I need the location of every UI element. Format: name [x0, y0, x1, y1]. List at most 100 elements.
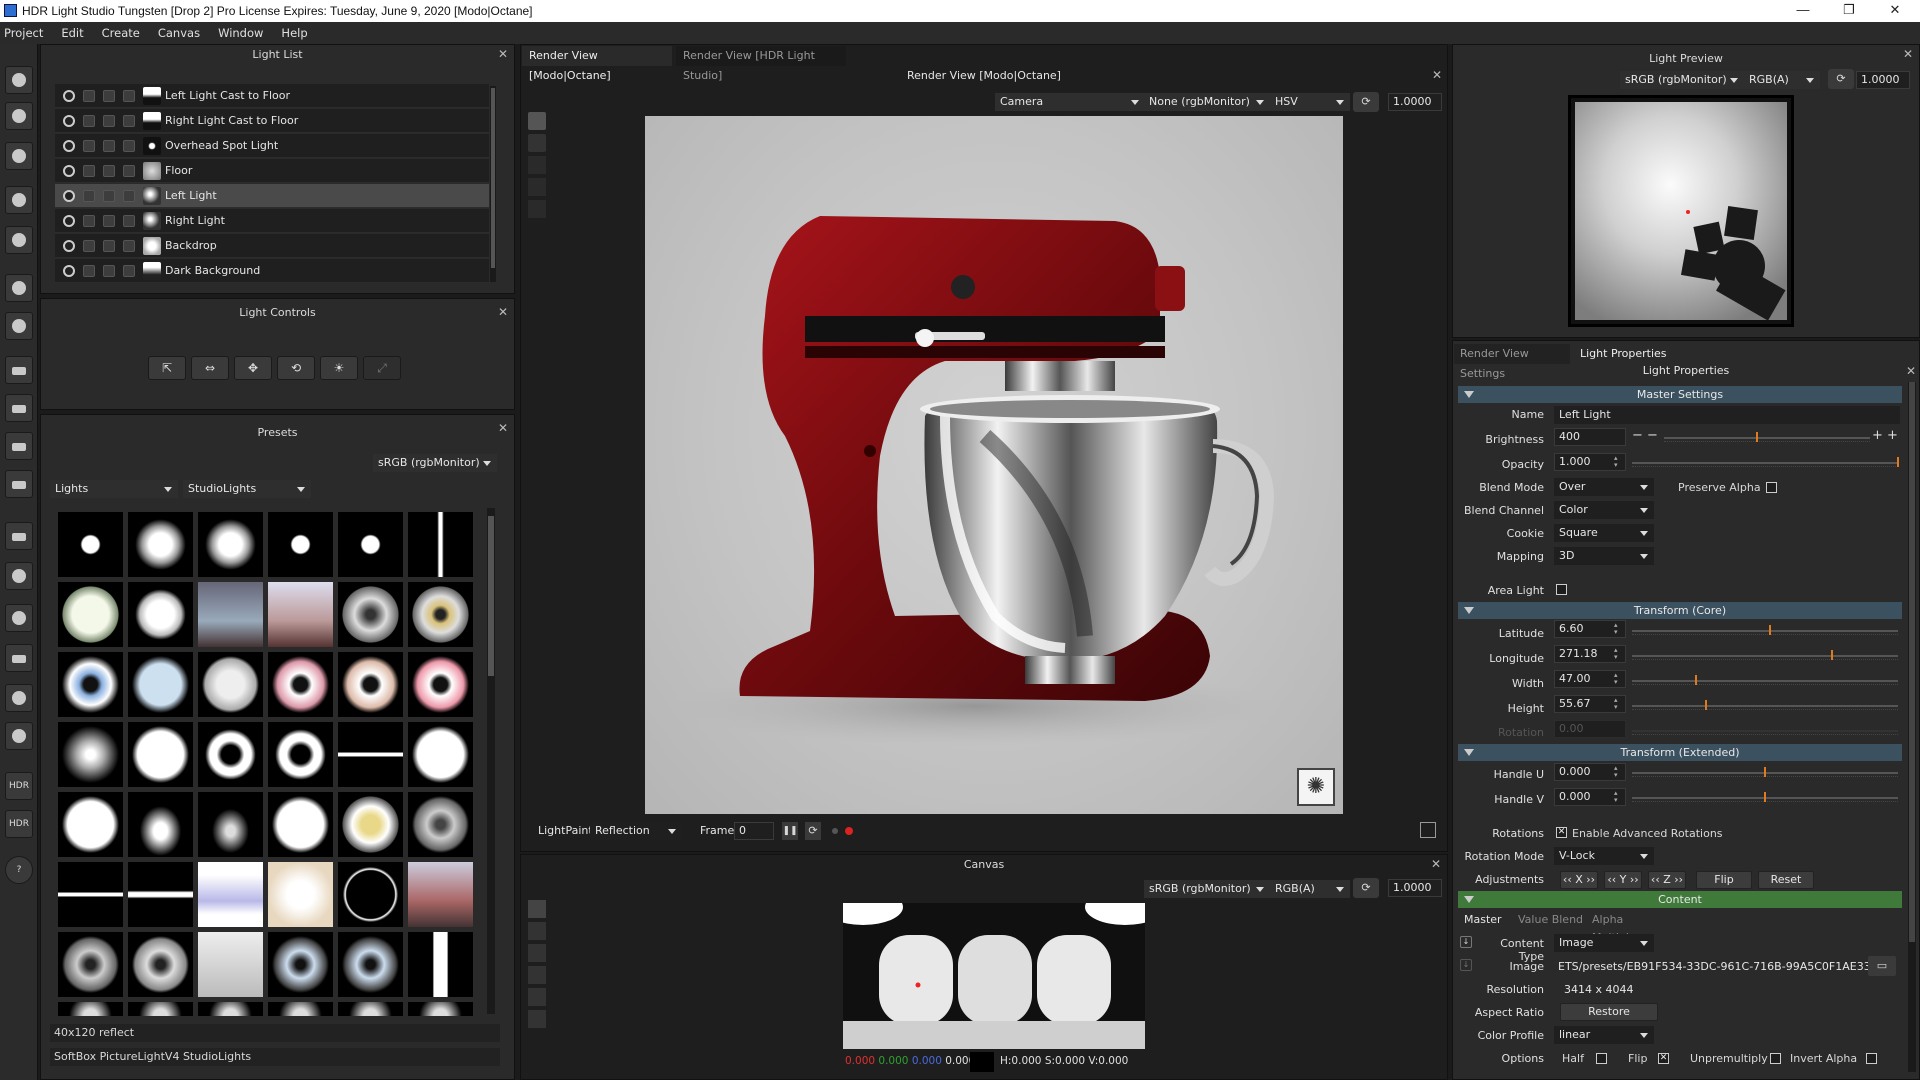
spot-light-tool-icon[interactable]	[5, 66, 33, 94]
cookie-select[interactable]: Square	[1554, 524, 1654, 542]
flat-light-icon[interactable]	[5, 470, 33, 498]
menu-help[interactable]: Help	[272, 22, 316, 44]
light-list-item[interactable]: Right Light	[55, 209, 489, 233]
visibility-icon[interactable]	[63, 90, 75, 102]
preset-thumbnail[interactable]	[58, 582, 123, 647]
lightpaint-mode-select[interactable]: Reflection	[590, 822, 682, 840]
lock-icon[interactable]	[103, 140, 115, 152]
light-list-item[interactable]: Overhead Spot Light	[55, 134, 489, 158]
handle-v-slider-handle[interactable]	[1764, 792, 1766, 802]
solo-icon[interactable]	[83, 190, 95, 202]
visibility-icon[interactable]	[63, 190, 75, 202]
hand-icon[interactable]	[528, 944, 546, 962]
light-list-item[interactable]: Floor	[55, 159, 489, 183]
select-icon[interactable]	[123, 190, 135, 202]
preset-thumbnail[interactable]	[268, 862, 333, 927]
enable-rotations-checkbox[interactable]: ✕	[1556, 827, 1567, 838]
preview-exposure-reset-icon[interactable]: ⟳	[1828, 69, 1854, 89]
preset-thumbnail[interactable]	[408, 862, 473, 927]
area-light-tool-icon[interactable]	[5, 102, 33, 130]
preset-thumbnail[interactable]	[408, 722, 473, 787]
presets-category-select[interactable]: Lights	[50, 480, 178, 498]
remove-icon[interactable]	[5, 604, 33, 632]
light-list-scrollbar[interactable]	[490, 86, 496, 282]
preset-thumbnail[interactable]	[408, 512, 473, 577]
handle-v-spinner-icon[interactable]: ▴ ▾	[1614, 790, 1620, 804]
brightness-slider-handle[interactable]	[1755, 432, 1758, 442]
canvas-hdr-map[interactable]	[843, 903, 1145, 1049]
scale-both-icon[interactable]: ✥	[234, 356, 272, 380]
canvas-exposure-reset-icon[interactable]: ⟳	[1353, 878, 1379, 898]
option-half-checkbox[interactable]	[1596, 1053, 1607, 1064]
preset-thumbnail[interactable]	[128, 722, 193, 787]
hdr-icon[interactable]: HDR	[5, 772, 33, 800]
image-light-icon[interactable]	[5, 522, 33, 550]
preset-thumbnail[interactable]	[408, 652, 473, 717]
record-dot-icon[interactable]	[845, 827, 853, 835]
preset-thumbnail[interactable]	[58, 512, 123, 577]
close-icon[interactable]: ✕	[498, 47, 508, 61]
content-type-select[interactable]: Image	[1554, 934, 1654, 952]
close-window-button[interactable]: ✕	[1872, 0, 1918, 22]
tab-alpha-multiply[interactable]: Alpha Multiply	[1586, 911, 1670, 944]
canvas-exposure-field[interactable]: 1.0000	[1388, 879, 1442, 897]
render-exposure-field[interactable]: 1.0000	[1388, 93, 1442, 111]
lock-icon[interactable]	[103, 265, 115, 277]
preset-thumbnail[interactable]	[58, 652, 123, 717]
preset-thumbnail[interactable]	[338, 722, 403, 787]
tab-value-blend[interactable]: Value Blend	[1512, 911, 1584, 929]
hdr-capture-icon[interactable]: HDR	[5, 810, 33, 838]
softbox-tool-icon[interactable]	[5, 186, 33, 214]
solo-icon[interactable]	[83, 90, 95, 102]
visibility-icon[interactable]	[63, 140, 75, 152]
tab-light-properties[interactable]: Light Properties	[1572, 344, 1668, 364]
solo-icon[interactable]	[83, 265, 95, 277]
close-icon[interactable]: ✕	[1431, 857, 1441, 871]
preset-thumbnail[interactable]	[338, 582, 403, 647]
restore-button[interactable]: Restore	[1560, 1003, 1658, 1021]
opacity-slider-handle[interactable]	[1897, 457, 1899, 467]
reset-button[interactable]: Reset	[1758, 871, 1814, 889]
light-list-item[interactable]: Backdrop	[55, 234, 489, 258]
preset-thumbnail[interactable]	[268, 582, 333, 647]
light-list-item[interactable]: Right Light Cast to Floor	[55, 109, 489, 133]
height-spinner-icon[interactable]: ▴ ▾	[1614, 697, 1620, 711]
section-transform-extended[interactable]: Transform (Extended)	[1458, 744, 1902, 761]
preset-thumbnail[interactable]	[268, 932, 333, 997]
image-path-field[interactable]: ETS/presets/EB91F534-33DC-961C-716B-99A5…	[1558, 958, 1878, 976]
preset-thumbnail[interactable]	[268, 1002, 333, 1016]
opacity-spinner-icon[interactable]: ▴ ▾	[1614, 455, 1620, 469]
gradient-light-icon[interactable]	[5, 432, 33, 460]
preset-thumbnail[interactable]	[128, 1002, 193, 1016]
tab-render-view-hdrls[interactable]: Render View [HDR Light Studio]	[676, 46, 846, 82]
light-list-item[interactable]: Left Light Cast to Floor	[55, 84, 489, 108]
presets-colorspace-select[interactable]: sRGB (rgbMonitor)	[373, 454, 497, 472]
tool-slot-icon[interactable]	[528, 200, 546, 218]
light-list-item[interactable]: Left Light	[55, 184, 489, 208]
preview-exposure-field[interactable]: 1.0000	[1856, 71, 1910, 89]
menu-window[interactable]: Window	[209, 22, 272, 44]
handle-u-spinner-icon[interactable]: ▴ ▾	[1614, 765, 1620, 779]
area-light-checkbox[interactable]	[1556, 584, 1567, 595]
height-slider-handle[interactable]	[1705, 700, 1708, 710]
close-icon[interactable]: ✕	[1906, 364, 1916, 378]
preset-thumbnail[interactable]	[338, 1002, 403, 1016]
pointer-icon[interactable]	[528, 922, 546, 940]
preset-thumbnail[interactable]	[338, 652, 403, 717]
brightness-control-icon[interactable]: ☀	[320, 356, 358, 380]
solo-icon[interactable]	[83, 140, 95, 152]
preview-colorspace-select[interactable]: sRGB (rgbMonitor)	[1620, 71, 1744, 89]
preset-thumbnail[interactable]	[58, 1002, 123, 1016]
section-content[interactable]: Content	[1458, 891, 1902, 908]
solo-icon[interactable]	[83, 240, 95, 252]
preset-thumbnail[interactable]	[128, 652, 193, 717]
brightness-field[interactable]: 400	[1554, 428, 1626, 446]
preset-thumbnail[interactable]	[198, 932, 263, 997]
strip-light-icon[interactable]	[5, 356, 33, 384]
preset-thumbnail[interactable]	[58, 722, 123, 787]
adjust-z-button[interactable]: ‹‹ Z ››	[1648, 871, 1686, 889]
visibility-icon[interactable]	[63, 115, 75, 127]
preset-thumbnail[interactable]	[338, 862, 403, 927]
lock-icon[interactable]	[103, 90, 115, 102]
width-slider[interactable]	[1632, 675, 1898, 685]
